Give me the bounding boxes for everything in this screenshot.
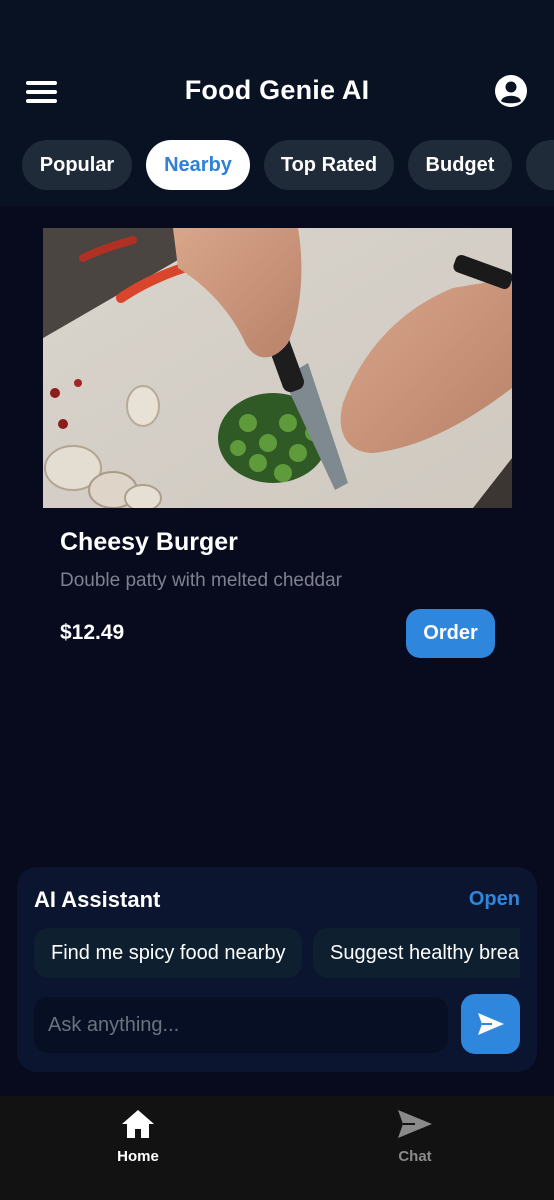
chip-more[interactable] bbox=[526, 140, 554, 190]
send-button[interactable] bbox=[461, 994, 520, 1054]
chip-budget[interactable]: Budget bbox=[408, 140, 512, 190]
suggestion-chip[interactable]: Suggest healthy breal bbox=[313, 928, 520, 978]
suggestion-label: Find me spicy food nearby bbox=[51, 941, 286, 964]
chip-label: Budget bbox=[425, 153, 495, 176]
suggestion-chip[interactable]: Find me spicy food nearby bbox=[34, 928, 302, 978]
chip-top-rated[interactable]: Top Rated bbox=[264, 140, 394, 190]
chip-nearby[interactable]: Nearby bbox=[146, 140, 250, 190]
bottom-nav: Home Chat bbox=[0, 1096, 554, 1200]
nav-home[interactable]: Home bbox=[78, 1109, 198, 1165]
suggestion-list: Find me spicy food nearby Suggest health… bbox=[34, 928, 520, 978]
profile-button[interactable] bbox=[494, 74, 528, 108]
ai-assistant-panel: AI Assistant Open Find me spicy food nea… bbox=[17, 867, 537, 1072]
chip-popular[interactable]: Popular bbox=[22, 140, 132, 190]
app-title: Food Genie AI bbox=[184, 75, 370, 105]
order-button[interactable]: Order bbox=[406, 609, 495, 658]
send-icon bbox=[477, 1013, 504, 1035]
user-circle-icon bbox=[495, 75, 527, 107]
nav-home-label: Home bbox=[117, 1148, 159, 1165]
ask-input[interactable] bbox=[34, 997, 448, 1053]
food-name: Cheesy Burger bbox=[60, 528, 238, 556]
nav-chat-label: Chat bbox=[398, 1148, 432, 1165]
suggestion-label: Suggest healthy breal bbox=[330, 941, 520, 964]
app-header: Food Genie AI Popular Nearby Top Rated B… bbox=[0, 0, 554, 206]
chip-label: Top Rated bbox=[280, 153, 378, 176]
food-image bbox=[43, 228, 512, 508]
assistant-title: AI Assistant bbox=[34, 887, 161, 912]
filter-chips: Popular Nearby Top Rated Budget bbox=[0, 140, 554, 190]
nav-chat[interactable]: Chat bbox=[355, 1109, 475, 1165]
send-icon bbox=[398, 1110, 432, 1138]
food-description: Double patty with melted cheddar bbox=[60, 570, 342, 591]
order-label: Order bbox=[423, 622, 478, 644]
chip-label: Nearby bbox=[164, 153, 232, 176]
food-price: $12.49 bbox=[60, 621, 125, 644]
assistant-open-link[interactable]: Open bbox=[469, 888, 520, 911]
chopping-vegetables-photo bbox=[43, 228, 512, 508]
home-icon bbox=[122, 1110, 154, 1138]
chip-label: Popular bbox=[39, 153, 115, 176]
